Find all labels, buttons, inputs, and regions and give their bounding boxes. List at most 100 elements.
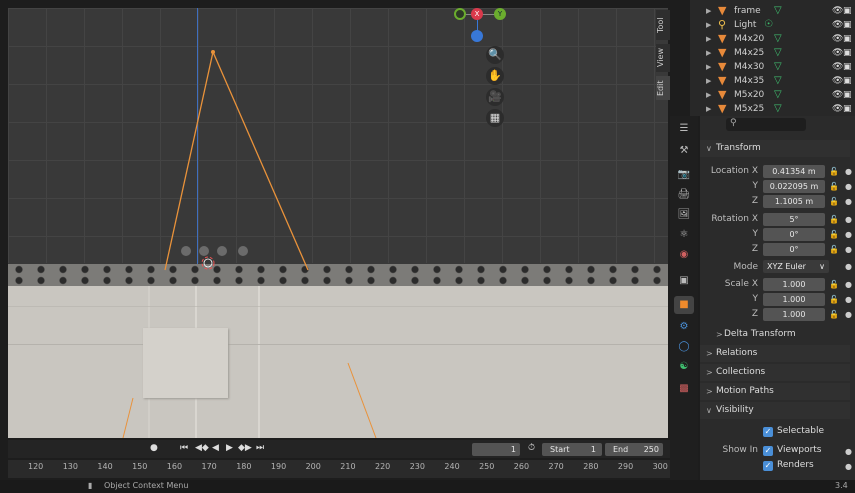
record-icon[interactable]: ● <box>150 443 158 453</box>
lock-icon[interactable]: 🔓 <box>829 167 839 176</box>
jump-start-icon[interactable]: ⏮ <box>180 443 188 453</box>
modifier-props-icon[interactable]: ⚙ <box>674 318 694 336</box>
keyframe-dot-icon[interactable]: ● <box>845 182 852 191</box>
prev-keyframe-icon[interactable]: ◀◆ <box>195 443 209 453</box>
selectable-label: Selectable <box>777 426 825 436</box>
lock-icon[interactable]: 🔓 <box>829 182 839 191</box>
editor-type-icon[interactable]: ☰ <box>674 120 694 138</box>
relations-panel-header[interactable]: > Relations <box>700 345 850 362</box>
visibility-panel-header[interactable]: ∨ Visibility <box>700 402 850 419</box>
location-y-field[interactable]: 0.022095 m <box>763 180 825 193</box>
delta-transform-panel-header[interactable]: > Delta Transform <box>700 326 850 343</box>
outliner-item-frame[interactable]: ▶ ▼ frame ▽ 👁 ▣ <box>690 4 855 18</box>
keyframe-dot-icon[interactable]: ● <box>845 167 852 176</box>
physics-props-icon[interactable]: ◯ <box>674 338 694 356</box>
next-keyframe-icon[interactable]: ◆▶ <box>238 443 252 453</box>
lock-icon[interactable]: 🔓 <box>829 215 839 224</box>
object-data-icon[interactable]: ☯ <box>674 358 694 376</box>
rotation-y-label: Y <box>752 229 759 239</box>
jump-end-icon[interactable]: ⏭ <box>256 443 264 453</box>
rotation-x-field[interactable]: 5° <box>763 213 825 226</box>
outliner-item[interactable]: ▶ ▼ M4x20 ▽ 👁 ▣ <box>690 32 855 46</box>
output-props-icon[interactable]: 🖨 <box>674 186 694 204</box>
lock-icon[interactable]: 🔓 <box>829 310 839 319</box>
start-frame-field[interactable]: Start 1 <box>542 443 602 456</box>
z-axis-dot[interactable] <box>471 30 483 42</box>
keyframe-dot-icon[interactable]: ● <box>845 262 852 271</box>
light-cone[interactable] <box>8 8 668 438</box>
lock-icon[interactable]: 🔓 <box>829 245 839 254</box>
motion-paths-panel-header[interactable]: > Motion Paths <box>700 383 850 400</box>
location-x-field[interactable]: 0.41354 m <box>763 165 825 178</box>
outliner-item[interactable]: ▶ ▼ M4x35 ▽ 👁 ▣ <box>690 74 855 88</box>
object-props-icon[interactable]: ■ <box>674 296 694 314</box>
tab-edit[interactable]: Edit <box>656 76 670 100</box>
keyframe-dot-icon[interactable]: ● <box>845 245 852 254</box>
lock-icon[interactable]: 🔓 <box>829 295 839 304</box>
tab-tool[interactable]: Tool <box>656 10 670 40</box>
timeline-tick-label: 120 <box>28 462 44 471</box>
keyframe-dot-icon[interactable]: ● <box>845 295 852 304</box>
location-z-field[interactable]: 1.1005 m <box>763 195 825 208</box>
timeline-tick-label: 180 <box>236 462 252 471</box>
transform-panel-header[interactable]: ∨ Transform <box>700 140 850 157</box>
location-x-label: Location X <box>710 166 758 176</box>
collections-panel-header[interactable]: > Collections <box>700 364 850 381</box>
collection-props-icon[interactable]: ▣ <box>674 272 694 290</box>
texture-props-icon[interactable]: ▩ <box>674 380 694 398</box>
3d-viewport[interactable]: X Y 🔍 ✋ 🎥 ▦ <box>8 8 668 438</box>
scale-x-field[interactable]: 1.000 <box>763 278 825 291</box>
camera-icon[interactable]: 🎥 <box>486 88 504 106</box>
grid-icon[interactable]: ▦ <box>486 109 504 127</box>
location-y-label: Y <box>752 181 759 191</box>
timeline-tick-label: 190 <box>270 462 287 471</box>
x-axis-dot[interactable]: X <box>471 8 483 20</box>
rotation-y-field[interactable]: 0° <box>763 228 825 241</box>
keyframe-dot-icon[interactable]: ● <box>845 310 852 319</box>
outliner-item[interactable]: ▶ ▼ M5x25 ▽ 👁 ▣ <box>690 102 855 114</box>
play-icon[interactable]: ▶ <box>226 443 233 453</box>
keyframe-dot-icon[interactable]: ● <box>845 447 852 456</box>
scale-z-field[interactable]: 1.000 <box>763 308 825 321</box>
mode-label: Mode <box>733 262 758 272</box>
tab-view[interactable]: View <box>656 44 670 72</box>
viewports-checkbox[interactable]: ✓ <box>763 446 773 456</box>
timeline-tick-label: 280 <box>583 462 599 471</box>
neg-y-axis-dot[interactable] <box>454 8 466 20</box>
outliner-item-light[interactable]: ▶ ⚲ Light ☉ 👁 ▣ <box>690 18 855 32</box>
rotation-z-field[interactable]: 0° <box>763 243 825 256</box>
lock-icon[interactable]: 🔓 <box>829 197 839 206</box>
stopwatch-icon[interactable]: ⏱ <box>528 443 535 453</box>
timeline-tick-label: 230 <box>409 462 425 471</box>
y-axis-dot[interactable]: Y <box>494 8 506 20</box>
keyframe-dot-icon[interactable]: ● <box>845 230 852 239</box>
outliner-item[interactable]: ▶ ▼ M4x30 ▽ 👁 ▣ <box>690 60 855 74</box>
selectable-checkbox[interactable]: ✓ <box>763 427 773 437</box>
scene-props-icon[interactable]: ⚛ <box>674 226 694 244</box>
navigation-gizmo[interactable]: X Y <box>454 8 510 48</box>
view-layer-icon[interactable]: 🖼 <box>674 206 694 224</box>
tool-settings-icon[interactable]: ⚒ <box>674 142 694 160</box>
timeline-tick-label: 220 <box>375 462 391 471</box>
lock-icon[interactable]: 🔓 <box>829 280 839 289</box>
lock-icon[interactable]: 🔓 <box>829 230 839 239</box>
keyframe-dot-icon[interactable]: ● <box>845 197 852 206</box>
scale-y-field[interactable]: 1.000 <box>763 293 825 306</box>
world-props-icon[interactable]: ◉ <box>674 246 694 264</box>
rotation-mode-dropdown[interactable]: XYZ Euler ∨ <box>763 260 829 273</box>
keyframe-dot-icon[interactable]: ● <box>845 215 852 224</box>
current-frame-field[interactable]: 1 <box>472 443 520 456</box>
hand-pan-icon[interactable]: ✋ <box>486 67 504 85</box>
keyframe-dot-icon[interactable]: ● <box>845 280 852 289</box>
outliner-item[interactable]: ▶ ▼ M4x25 ▽ 👁 ▣ <box>690 46 855 60</box>
outliner[interactable]: ▶ ▼ frame ▽ 👁 ▣ ▶ ⚲ Light ☉ 👁 ▣ ▶ ▼ M4x20 ▽ 👁 ▣ ▶ ▼ M4x25… <box>690 0 855 116</box>
renders-checkbox[interactable]: ✓ <box>763 461 773 471</box>
keyframe-dot-icon[interactable]: ● <box>845 462 852 471</box>
render-icon: ▣ <box>843 6 852 16</box>
play-reverse-icon[interactable]: ◀ <box>212 443 219 453</box>
outliner-item[interactable]: ▶ ▼ M5x20 ▽ 👁 ▣ <box>690 88 855 102</box>
render-props-icon[interactable]: 📷 <box>674 166 694 184</box>
properties-search-input[interactable]: ⚲ <box>726 118 806 131</box>
zoom-icon[interactable]: 🔍 <box>486 46 504 64</box>
end-frame-field[interactable]: End 250 <box>605 443 663 456</box>
